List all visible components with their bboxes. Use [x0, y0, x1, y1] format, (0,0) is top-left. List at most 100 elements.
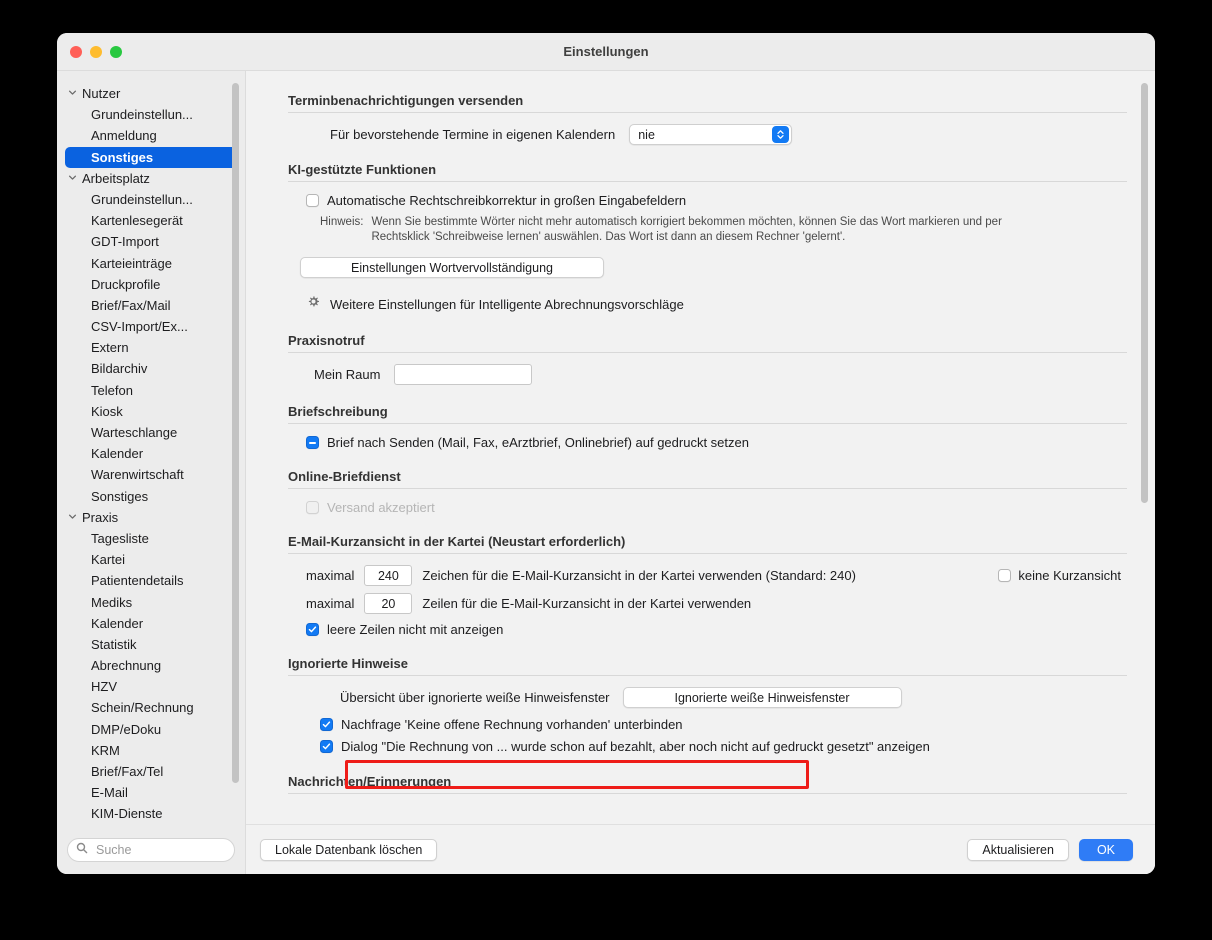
- content-scrollbar[interactable]: [1141, 83, 1148, 824]
- section-email-preview: E-Mail-Kurzansicht in der Kartei (Neusta…: [288, 534, 1127, 637]
- invoice-dialog-label: Dialog "Die Rechnung von ... wurde schon…: [341, 739, 930, 754]
- chars-prefix-label: maximal: [306, 568, 355, 583]
- word-completion-row: Einstellungen Wortvervollständigung: [288, 257, 1127, 278]
- sidebar-item-statistik[interactable]: Statistik: [57, 634, 245, 655]
- section-title: Briefschreibung: [288, 404, 388, 419]
- shipping-accepted-label: Versand akzeptiert: [327, 500, 435, 515]
- sidebar-item-schein-rechnung[interactable]: Schein/Rechnung: [57, 697, 245, 718]
- sidebar-group-praxis[interactable]: Praxis: [57, 507, 245, 528]
- ignored-overview-row: Übersicht über ignorierte weiße Hinweisf…: [288, 687, 1127, 708]
- sidebar-item-warteschlange[interactable]: Warteschlange: [57, 422, 245, 443]
- content-column: Terminbenachrichtigungen versenden Für b…: [245, 71, 1155, 874]
- sidebar-item-dmp-edoku[interactable]: DMP/eDoku: [57, 719, 245, 740]
- room-input[interactable]: [394, 364, 533, 385]
- search-field[interactable]: [67, 838, 235, 862]
- sidebar-item-kartenlesegeraet[interactable]: Kartenlesegerät: [57, 210, 245, 231]
- settings-content: Terminbenachrichtigungen versenden Für b…: [246, 71, 1155, 824]
- ok-button[interactable]: OK: [1078, 838, 1133, 861]
- sidebar-item-sonstiges-nutzer[interactable]: Sonstiges: [65, 146, 237, 168]
- sidebar-item-kartei[interactable]: Kartei: [57, 549, 245, 570]
- chars-input[interactable]: [364, 565, 413, 586]
- sidebar-item-grundeinstellungen-nutzer[interactable]: Grundeinstellun...: [57, 104, 245, 125]
- sidebar-item-abrechnung[interactable]: Abrechnung: [57, 655, 245, 676]
- ignored-windows-button[interactable]: Ignorierte weiße Hinweisfenster: [622, 687, 902, 708]
- sidebar-item-extern[interactable]: Extern: [57, 337, 245, 358]
- section-appointment-notifications: Terminbenachrichtigungen versenden Für b…: [288, 93, 1127, 145]
- letter-printed-row[interactable]: Brief nach Senden (Mail, Fax, eArztbrief…: [288, 435, 1127, 450]
- appointment-select-value: nie: [638, 127, 655, 142]
- lines-input[interactable]: [364, 593, 413, 614]
- appointment-select[interactable]: nie: [629, 124, 793, 145]
- sidebar-item-tagesliste[interactable]: Tagesliste: [57, 528, 245, 549]
- sidebar-item-bildarchiv[interactable]: Bildarchiv: [57, 358, 245, 379]
- chars-row: maximal Zeichen für die E-Mail-Kurzansic…: [288, 565, 1127, 586]
- invoice-dialog-row[interactable]: Dialog "Die Rechnung von ... wurde schon…: [288, 739, 1127, 754]
- sidebar-item-brief-fax-mail[interactable]: Brief/Fax/Mail: [57, 295, 245, 316]
- sidebar-item-warenwirtschaft-arbeitsplatz[interactable]: Warenwirtschaft: [57, 464, 245, 485]
- gear-icon: [306, 294, 321, 314]
- sidebar-item-druckprofile[interactable]: Druckprofile: [57, 274, 245, 295]
- content-scrollbar-thumb[interactable]: [1141, 83, 1148, 503]
- billing-suggestions-label: Weitere Einstellungen für Intelligente A…: [330, 296, 684, 312]
- section-title: Terminbenachrichtigungen versenden: [288, 93, 524, 108]
- window-body: Nutzer Grundeinstellun... Anmeldung Sons…: [57, 71, 1155, 874]
- ignored-overview-label: Übersicht über ignorierte weiße Hinweisf…: [340, 690, 610, 705]
- empty-lines-checkbox[interactable]: [306, 623, 319, 636]
- empty-lines-label: leere Zeilen nicht mit anzeigen: [327, 622, 504, 637]
- no-preview-checkbox[interactable]: [998, 569, 1012, 582]
- autocorrect-checkbox[interactable]: [306, 194, 319, 207]
- word-completion-settings-button[interactable]: Einstellungen Wortvervollständigung: [300, 257, 604, 278]
- window-titlebar: Einstellungen: [57, 33, 1155, 71]
- sidebar-item-telefon[interactable]: Telefon: [57, 380, 245, 401]
- divider: [288, 112, 1127, 113]
- sidebar-item-anmeldung[interactable]: Anmeldung: [57, 125, 245, 146]
- sidebar-item-kim-dienste[interactable]: KIM-Dienste: [57, 803, 245, 824]
- suppress-invoice-prompt-row[interactable]: Nachfrage 'Keine offene Rechnung vorhand…: [288, 717, 1127, 732]
- letter-printed-label: Brief nach Senden (Mail, Fax, eArztbrief…: [327, 435, 749, 450]
- sidebar-search-container: [57, 828, 245, 874]
- refresh-button[interactable]: Aktualisieren: [967, 838, 1069, 861]
- sidebar-item-gdt-import[interactable]: GDT-Import: [57, 231, 245, 252]
- sidebar-item-e-mail[interactable]: E-Mail: [57, 782, 245, 803]
- sidebar-scrollbar-thumb[interactable]: [232, 83, 239, 783]
- delete-local-database-button[interactable]: Lokale Datenbank löschen: [260, 838, 438, 861]
- divider: [288, 488, 1127, 489]
- sidebar-item-brief-fax-tel[interactable]: Brief/Fax/Tel: [57, 761, 245, 782]
- divider: [288, 793, 1127, 794]
- sidebar-item-kalender-arbeitsplatz[interactable]: Kalender: [57, 443, 245, 464]
- autocorrect-row[interactable]: Automatische Rechtschreibkorrektur in gr…: [288, 193, 1127, 208]
- sidebar-group-arbeitsplatz[interactable]: Arbeitsplatz: [57, 168, 245, 189]
- sidebar-item-kiosk[interactable]: Kiosk: [57, 401, 245, 422]
- sidebar-group-nutzer[interactable]: Nutzer: [57, 83, 245, 104]
- autocorrect-hint: Hinweis: Wenn Sie bestimmte Wörter nicht…: [288, 215, 1127, 245]
- sidebar-scrollbar[interactable]: [232, 83, 239, 801]
- appointment-select-row: Für bevorstehende Termine in eigenen Kal…: [288, 124, 1127, 145]
- hint-text: Wenn Sie bestimmte Wörter nicht mehr aut…: [371, 216, 1002, 243]
- lines-suffix-label: Zeilen für die E-Mail-Kurzansicht in der…: [422, 596, 752, 611]
- sidebar-item-labor[interactable]: Labor: [57, 825, 245, 829]
- search-input[interactable]: [94, 842, 226, 858]
- sidebar-item-sonstiges-arbeitsplatz[interactable]: Sonstiges: [57, 486, 245, 507]
- sidebar-item-karteieintraege[interactable]: Karteieinträge: [57, 253, 245, 274]
- section-title: E-Mail-Kurzansicht in der Kartei (Neusta…: [288, 534, 626, 549]
- invoice-dialog-checkbox[interactable]: [320, 740, 333, 753]
- chevron-down-icon: [68, 173, 77, 182]
- no-preview-row[interactable]: keine Kurzansicht: [998, 568, 1121, 583]
- suppress-invoice-prompt-checkbox[interactable]: [320, 718, 333, 731]
- sidebar-item-patientendetails[interactable]: Patientendetails: [57, 570, 245, 591]
- billing-suggestions-row[interactable]: Weitere Einstellungen für Intelligente A…: [288, 294, 1127, 314]
- checkmark-icon: [308, 626, 317, 633]
- divider: [288, 181, 1127, 182]
- window-title: Einstellungen: [563, 44, 649, 59]
- sidebar-item-kalender-praxis[interactable]: Kalender: [57, 613, 245, 634]
- empty-lines-row[interactable]: leere Zeilen nicht mit anzeigen: [288, 622, 1127, 637]
- letter-printed-checkbox[interactable]: [306, 436, 319, 449]
- sidebar-item-hzv[interactable]: HZV: [57, 676, 245, 697]
- sidebar-item-krm[interactable]: KRM: [57, 740, 245, 761]
- sidebar-item-grundeinstellungen-arbeitsplatz[interactable]: Grundeinstellun...: [57, 189, 245, 210]
- sidebar-item-mediks[interactable]: Mediks: [57, 592, 245, 613]
- section-title: Ignorierte Hinweise: [288, 656, 408, 671]
- sidebar-item-csv-import-export[interactable]: CSV-Import/Ex...: [57, 316, 245, 337]
- sidebar-scroll-area: Nutzer Grundeinstellun... Anmeldung Sons…: [57, 71, 245, 828]
- section-letter-writing: Briefschreibung Brief nach Senden (Mail,…: [288, 404, 1127, 450]
